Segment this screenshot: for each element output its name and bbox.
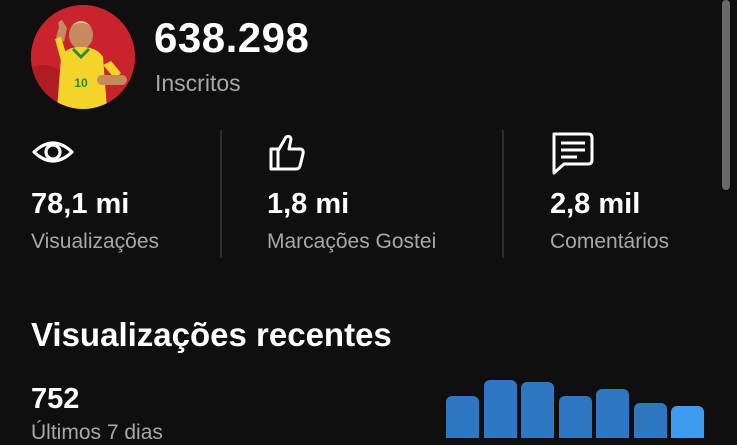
subscriber-count: 638.298 (154, 14, 310, 61)
chart-bar[interactable] (633, 403, 667, 438)
stat-likes[interactable]: 1,8 mi Marcações Gostei (267, 130, 487, 258)
stat-likes-label: Marcações Gostei (267, 230, 437, 253)
chart-bar[interactable] (446, 396, 479, 438)
scrollbar[interactable] (722, 0, 730, 190)
stat-comments-value: 2,8 mil (550, 188, 641, 220)
chart-bar[interactable] (558, 396, 592, 438)
chart-bar[interactable] (671, 406, 704, 438)
recent-views-chart[interactable] (446, 380, 708, 438)
thumbs-up-icon (267, 130, 315, 178)
recent-views-title: Visualizações recentes (31, 316, 392, 353)
stat-comments-label: Comentários (550, 230, 670, 253)
chart-bar[interactable] (483, 380, 517, 438)
subscriber-label: Inscritos (155, 70, 241, 96)
eye-icon (31, 130, 79, 178)
svg-text:10: 10 (74, 76, 88, 90)
stat-comments[interactable]: 2,8 mil Comentários (550, 130, 737, 258)
divider (502, 130, 504, 258)
stat-views-value: 78,1 mi (31, 188, 130, 220)
chart-bar[interactable] (596, 389, 629, 438)
stat-views[interactable]: 78,1 mi Visualizações (31, 130, 251, 258)
channel-avatar[interactable]: 10 (31, 5, 135, 109)
stat-views-label: Visualizações (31, 230, 160, 253)
stat-likes-value: 1,8 mi (267, 188, 350, 220)
chart-bar[interactable] (521, 382, 554, 438)
divider (220, 130, 222, 258)
recent-views-period: Últimos 7 dias (31, 421, 163, 444)
comment-icon (550, 130, 598, 178)
recent-views-value: 752 (31, 383, 80, 415)
